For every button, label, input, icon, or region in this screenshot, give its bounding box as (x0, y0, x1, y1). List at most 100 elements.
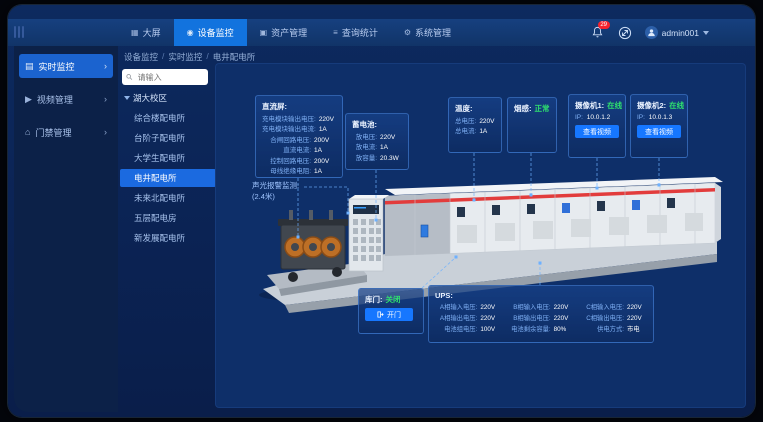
panel-title: 烟感:正常 (514, 103, 550, 114)
kv-value: 220V (554, 314, 574, 324)
notification-bell-icon[interactable]: 29 (591, 26, 605, 40)
kv-row: 放电流: 1A (352, 143, 402, 153)
panel-title: UPS: (435, 291, 647, 300)
view-video-label: 查看视频 (645, 127, 673, 137)
smoke-label: 烟感: (514, 104, 532, 113)
nav-item[interactable]: ◉ 设备监控 (174, 19, 247, 46)
kv-label: 电池剩余容量: (508, 325, 550, 335)
ups-panel: UPS: A相输入电压: 220V B相输入电压: 220V C相输入电压: 2… (428, 285, 654, 343)
camera-ip-row: IP: 10.0.1.2 (575, 114, 619, 121)
view-video-button[interactable]: 查看视频 (575, 125, 619, 138)
sidebar-item-label: 实时监控 (39, 60, 75, 73)
breadcrumb-label: 电井配电所 (213, 51, 256, 63)
tree-item-label: 新发展配电所 (134, 233, 185, 243)
breadcrumb-separator: / (206, 51, 208, 63)
battery-rows: 放电压: 220V 放电流: 1A 放容量: 20.3W (352, 133, 402, 164)
panel-title: 温度: (455, 103, 495, 114)
dc-screen-panel: 直流屏: 充电模块输出电压: 220V 充电模块输出电流: 1A 合闸回路电压:… (255, 95, 343, 178)
main-content: 直流屏: 充电模块输出电压: 220V 充电模块输出电流: 1A 合闸回路电压:… (215, 63, 746, 408)
tree-root-node[interactable]: 湖大校区 (120, 89, 216, 107)
tree-item[interactable]: 新发展配电所 (120, 229, 216, 247)
kv-row: B相输出电压: 220V (508, 314, 573, 324)
kv-value: 220V (480, 303, 500, 313)
kv-label: B相输入电压: (508, 303, 550, 313)
breadcrumb-item[interactable]: 电井配电所 / (213, 51, 256, 63)
kv-row: B相输入电压: 220V (508, 303, 573, 313)
panel-title: 直流屏: (262, 101, 336, 112)
kv-label: 供电方式: (582, 325, 624, 335)
breadcrumb-item[interactable]: 实时监控 / (168, 51, 208, 63)
tree-item[interactable]: 综合楼配电所 (120, 109, 216, 127)
tree-item-label: 台阶子配电所 (134, 133, 185, 143)
camera-status: 在线 (669, 101, 684, 110)
kv-label: 总电压: (455, 117, 476, 127)
kv-value: 200V (314, 136, 336, 146)
kv-row: 合闸回路电压: 200V (262, 136, 336, 146)
camera-panel: 摄像机2:在线 IP: 10.0.1.3 查看视频 (630, 94, 688, 158)
kv-value: 1A (319, 125, 341, 135)
temperature-panel: 温度: 总电压: 220V 总电流: 1A (448, 97, 502, 153)
station-tree: 湖大校区 综合楼配电所 台阶子配电所 大学生配电所 电井配电所 (120, 89, 216, 249)
kv-value: 1A (380, 143, 402, 153)
breadcrumb-separator: / (162, 51, 164, 63)
sidebar-item[interactable]: ▤ 实时监控 › (19, 54, 113, 78)
chevron-down-icon (703, 31, 709, 35)
left-sidebar: ▤ 实时监控 › ▶ 视频管理 › ⌂ 门禁管理 › (14, 46, 118, 412)
sidebar-item[interactable]: ▶ 视频管理 › (19, 87, 113, 111)
nav-item[interactable]: ▣ 资产管理 (247, 19, 321, 46)
avatar (645, 26, 658, 39)
nav-item-label: 系统管理 (415, 26, 451, 39)
sidebar-item-icon: ⌂ (25, 127, 30, 137)
nav-item-icon: ▦ (131, 28, 139, 37)
panel-title: 蓄电池: (352, 119, 402, 130)
sidebar-item-label: 视频管理 (37, 93, 73, 106)
kv-value: 1A (314, 167, 336, 177)
chevron-right-icon: › (104, 61, 107, 71)
kv-row: C相输出电压: 220V (582, 314, 647, 324)
kv-row: 总电压: 220V (455, 117, 495, 127)
user-menu[interactable]: admin001 (645, 26, 709, 39)
kv-row: 控制回路电压: 200V (262, 157, 336, 167)
kv-row: 母线绝缘电阻: 1A (262, 167, 336, 177)
camera-panel: 摄像机1:在线 IP: 10.0.1.2 查看视频 (568, 94, 626, 158)
open-door-button[interactable]: 开门 (365, 308, 413, 321)
breadcrumb-item[interactable]: 设备监控 / (124, 51, 164, 63)
smoke-status: 正常 (535, 104, 550, 113)
decorative-ticks (14, 26, 24, 38)
sidebar-item-label: 门禁管理 (35, 126, 71, 139)
breadcrumb: 设备监控 / 实时监控 / 电井配电所 / (124, 51, 255, 63)
door-status: 关闭 (386, 295, 401, 304)
tree-item-label: 未来北配电所 (134, 193, 185, 203)
tree-search (122, 69, 208, 85)
breadcrumb-label: 设备监控 (124, 51, 158, 63)
kv-label: 电池组电压: (435, 325, 477, 335)
kv-row: C相输入电压: 220V (582, 303, 647, 313)
view-video-button[interactable]: 查看视频 (637, 125, 681, 138)
kv-label: 放容量: (352, 154, 377, 164)
tree-item[interactable]: 五层配电房 (120, 209, 216, 227)
ip-value: 10.0.1.3 (649, 114, 673, 121)
nav-item[interactable]: ⚙ 系统管理 (391, 19, 464, 46)
kv-value: 220V (627, 303, 647, 313)
sidebar-item-icon: ▤ (25, 61, 34, 72)
kv-value: 1A (314, 146, 336, 156)
search-icon (126, 73, 133, 81)
tree-item[interactable]: 未来北配电所 (120, 189, 216, 207)
sidebar-item[interactable]: ⌂ 门禁管理 › (19, 120, 113, 144)
kv-value: 220V (480, 314, 500, 324)
nav-item[interactable]: ≡ 查询统计 (320, 19, 391, 46)
nav-item[interactable]: ▦ 大屏 (118, 19, 174, 46)
fullscreen-icon[interactable] (618, 26, 632, 40)
kv-row: 电池剩余容量: 80% (508, 325, 573, 335)
tree-item[interactable]: 台阶子配电所 (120, 129, 216, 147)
chevron-right-icon: › (104, 127, 107, 137)
kv-row: A相输入电压: 220V (435, 303, 500, 313)
kv-row: 供电方式: 市电 (582, 325, 647, 335)
door-label: 库门: (365, 295, 383, 304)
tree-item[interactable]: 电井配电所 (120, 169, 216, 187)
nav-item-label: 资产管理 (271, 26, 307, 39)
kv-value: 220V (479, 117, 501, 127)
kv-value: 1A (479, 127, 501, 137)
tree-item[interactable]: 大学生配电所 (120, 149, 216, 167)
search-input[interactable] (136, 72, 204, 83)
